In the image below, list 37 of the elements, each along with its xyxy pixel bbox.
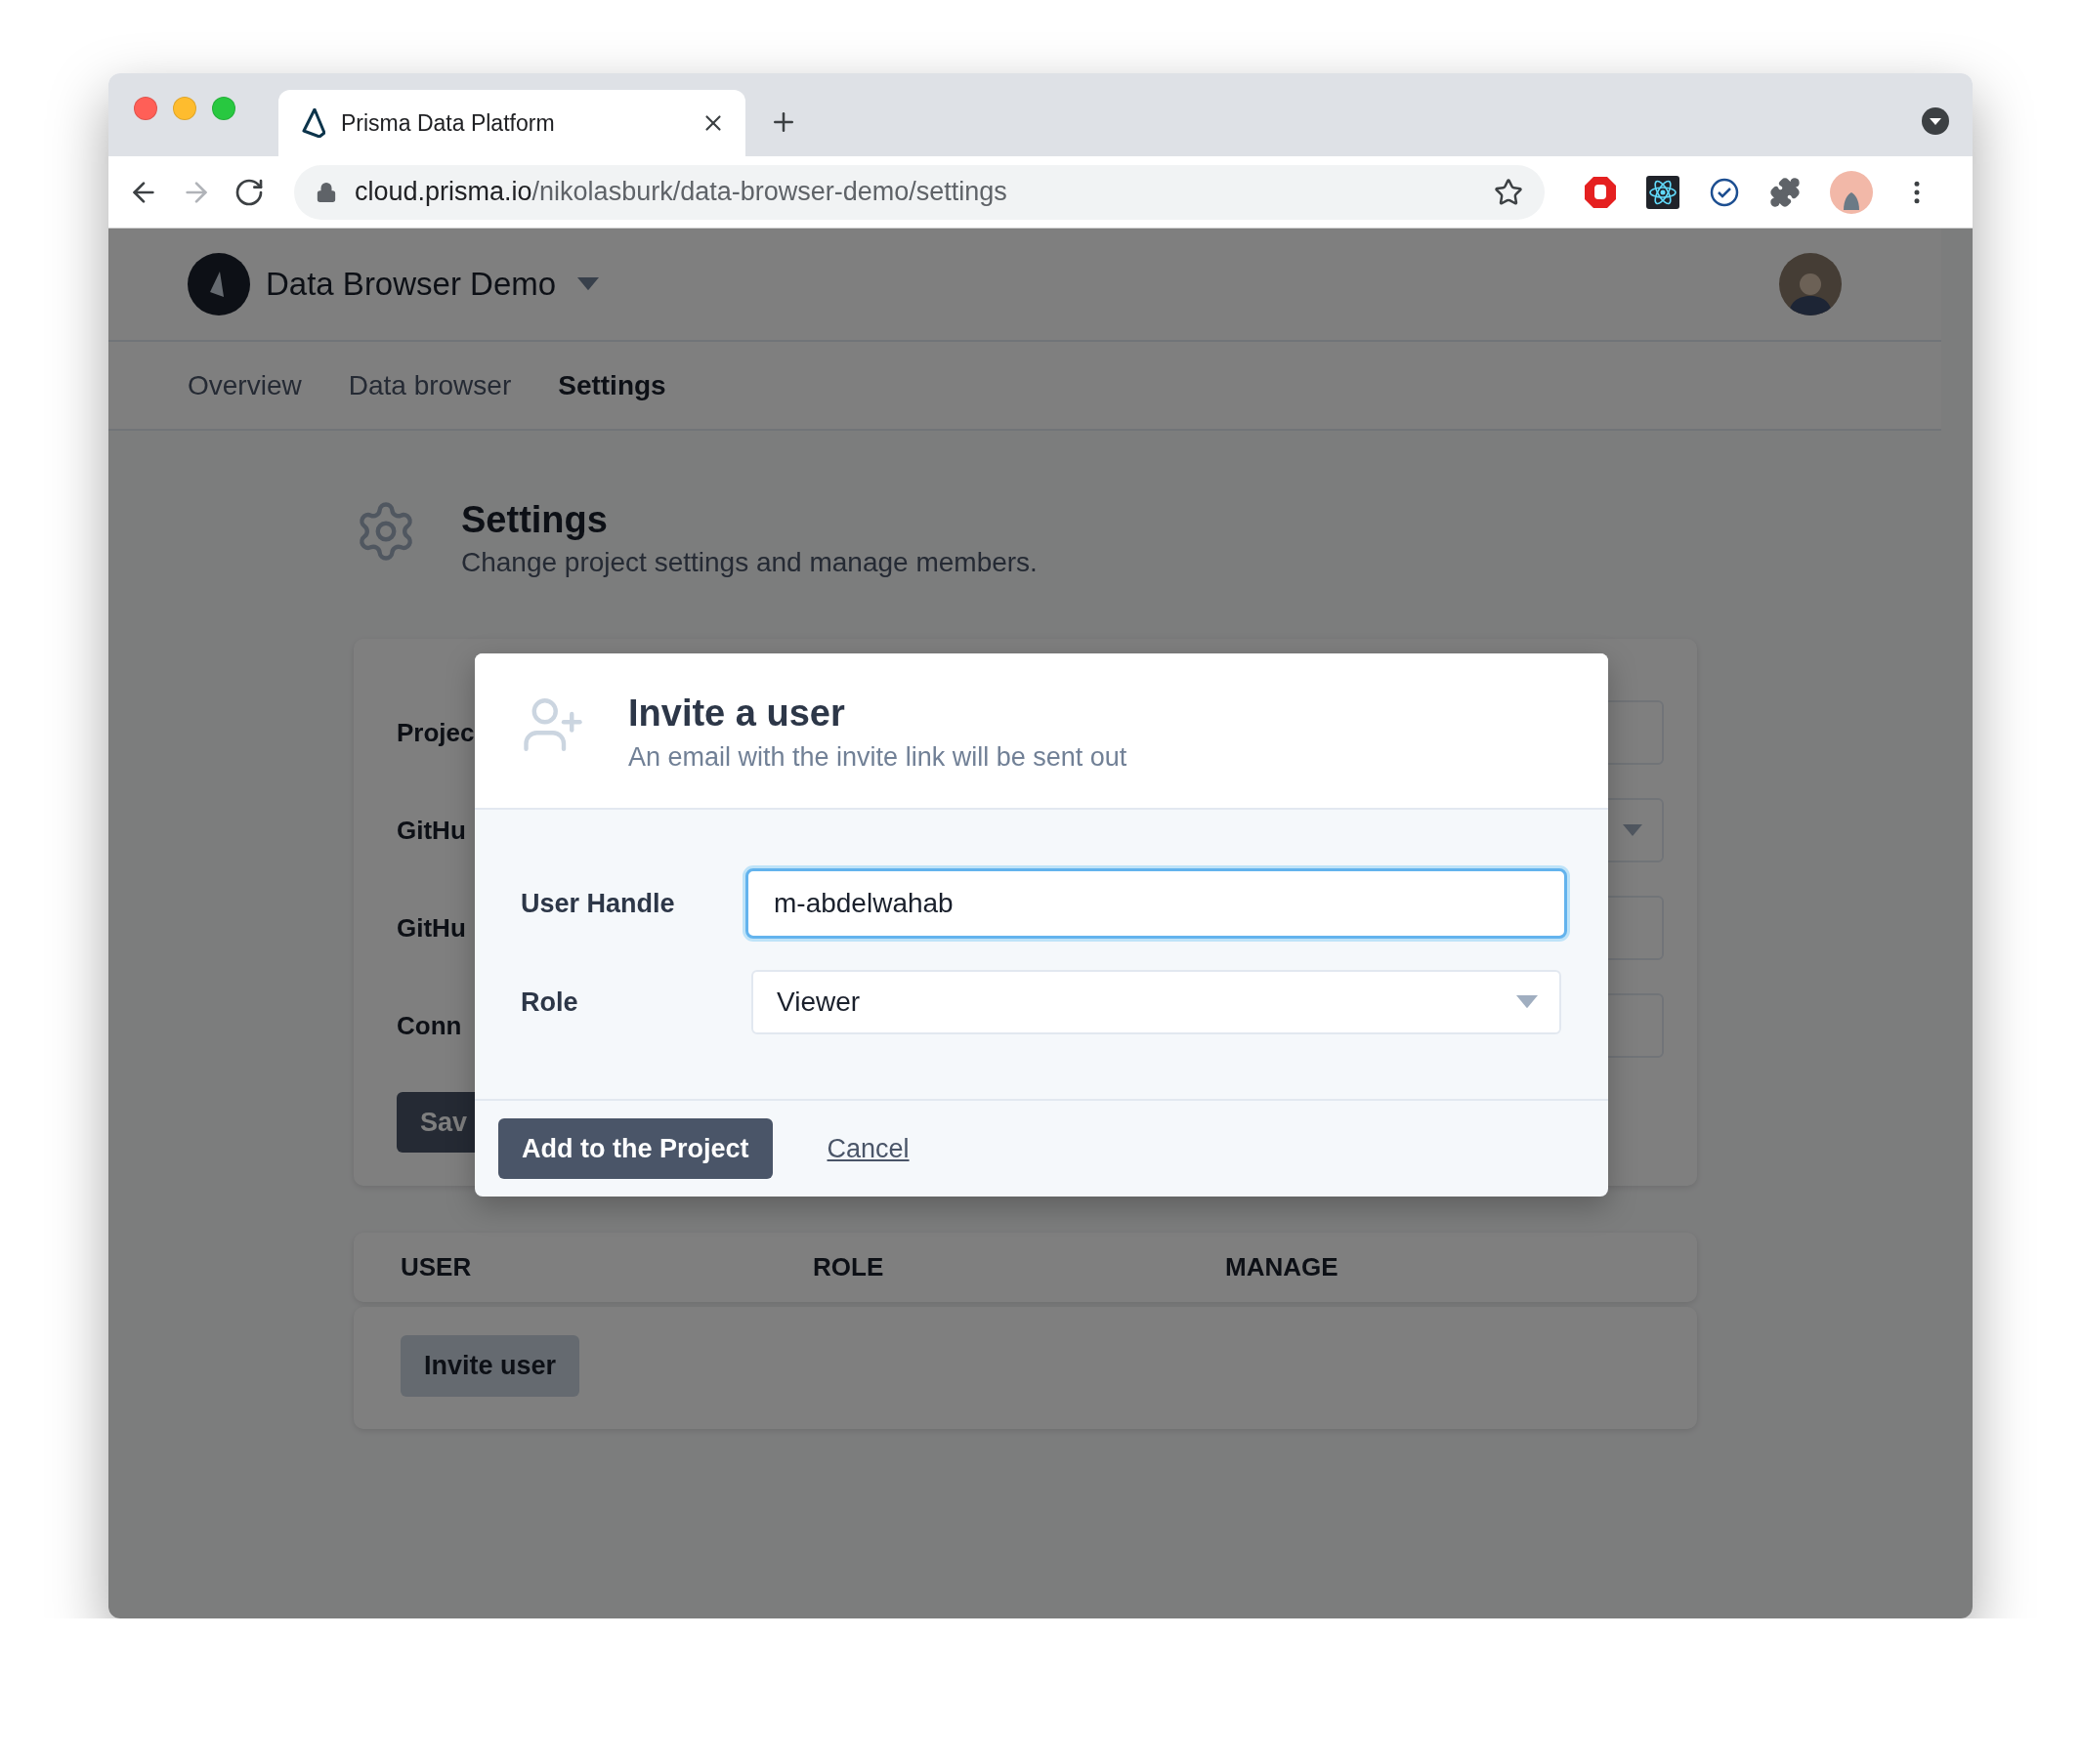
field-label: Conn: [397, 1010, 462, 1041]
address-bar[interactable]: cloud.prisma.io/nikolasburk/data-browser-demo/settings: [294, 164, 1545, 220]
column-header: USER: [401, 1252, 473, 1282]
field-label: User Handle: [521, 888, 676, 919]
column-header: MANAGE: [1225, 1252, 1339, 1282]
caret-icon: [577, 277, 600, 291]
triangle-logo-icon: [302, 108, 325, 138]
page-subtitle: Change project settings and manage members.: [461, 547, 1038, 578]
url-text: cloud.prisma.io/nikolasburk/data-browser-demo/settings: [355, 177, 1008, 207]
check-circle-icon[interactable]: [1709, 176, 1740, 208]
dialog-title: Invite a user: [628, 693, 846, 735]
field-label: Role: [521, 987, 579, 1018]
lock-icon: [316, 181, 337, 203]
field-label: GitHu: [397, 815, 466, 846]
add-to-project-button[interactable]: Add to the Project: [498, 1118, 773, 1179]
cancel-link[interactable]: Cancel: [827, 1133, 910, 1164]
atom-icon[interactable]: [1646, 175, 1679, 209]
caret-icon: [1516, 995, 1538, 1009]
field-label: Projec: [397, 717, 475, 748]
user-handle-input[interactable]: m-abdelwahab: [745, 868, 1567, 939]
nav-tab[interactable]: Data browser: [348, 369, 512, 401]
nav-tab[interactable]: Settings: [558, 369, 666, 401]
column-header: ROLE: [813, 1252, 885, 1282]
project-name[interactable]: Data Browser Demo: [266, 266, 557, 303]
caret-icon: [1623, 824, 1642, 836]
role-select[interactable]: Viewer: [751, 970, 1561, 1034]
dropdown-circle-icon[interactable]: [1922, 106, 1949, 135]
tab-title: Prisma Data Platform: [341, 109, 556, 137]
field-label: GitHu: [397, 912, 466, 944]
page-title: Settings: [461, 499, 609, 541]
close-window-button[interactable]: [134, 96, 157, 120]
profile-avatar[interactable]: [1830, 170, 1873, 214]
browser-tab[interactable]: Prisma Data Platform: [278, 90, 745, 156]
puzzle-icon[interactable]: [1769, 176, 1801, 208]
star-icon[interactable]: [1494, 177, 1523, 207]
dialog-subtitle: An email with the invite link will be sent out: [628, 742, 1127, 773]
nav-tab[interactable]: Overview: [188, 369, 302, 401]
